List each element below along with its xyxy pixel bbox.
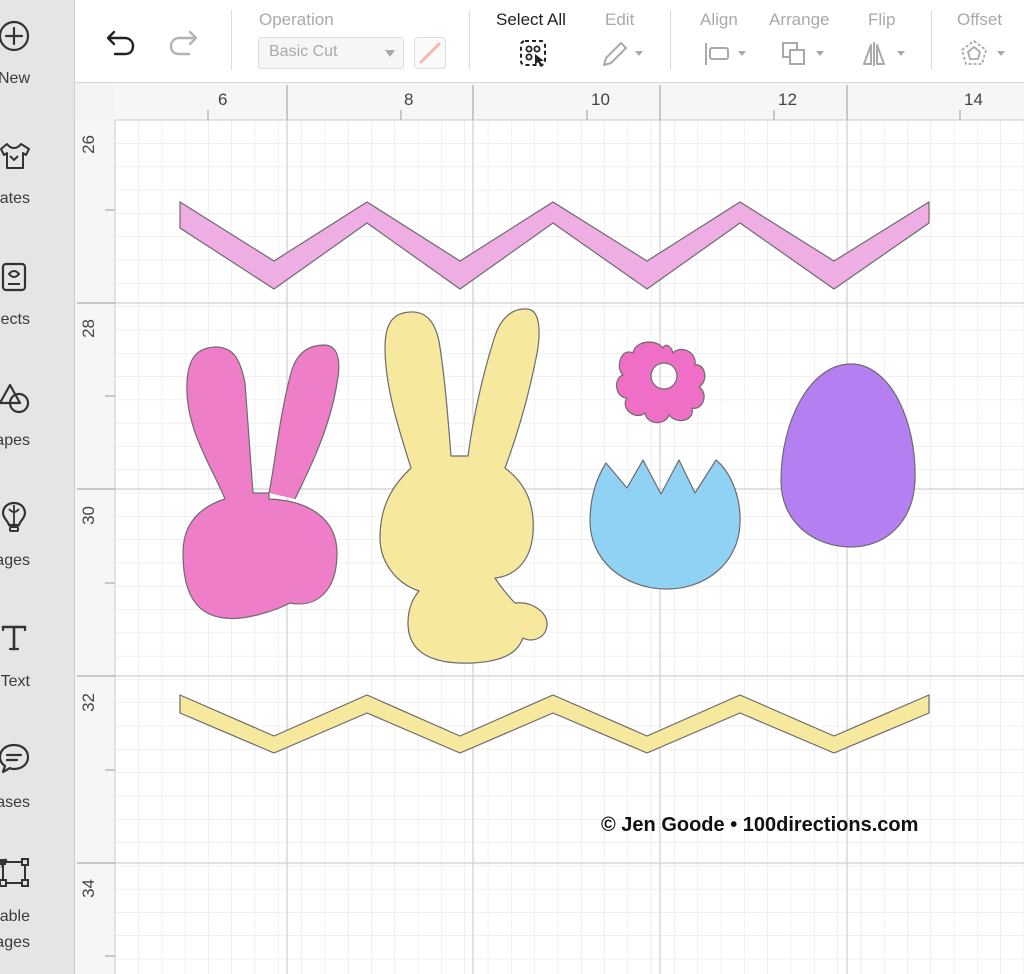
ruler-x-label: 6: [218, 90, 227, 109]
arrange-icon[interactable]: [780, 38, 826, 70]
operation-select[interactable]: Basic Cut: [258, 37, 404, 69]
sidebar-item-text[interactable]: Text: [0, 613, 74, 723]
sidebar-item-new[interactable]: New: [0, 12, 74, 122]
offset-icon[interactable]: [959, 38, 1009, 70]
shapes-icon: [0, 383, 30, 414]
horizontal-ruler: 6 8 10 12 14: [115, 83, 1024, 121]
offset-label: Offset: [957, 10, 1003, 29]
flip-icon[interactable]: [861, 38, 907, 70]
align-icon[interactable]: [702, 38, 748, 70]
align-label: Align: [700, 10, 738, 29]
ruler-y-label: 34: [79, 879, 98, 898]
sidebar-label-phrases: Phrases: [0, 794, 30, 811]
toolbar-divider: [469, 10, 470, 70]
undo-icon[interactable]: [103, 26, 137, 60]
color-swatch[interactable]: [414, 37, 446, 69]
lightbulb-icon: [1, 501, 27, 532]
ruler-x-label: 12: [778, 90, 797, 109]
toolbar-divider: [231, 10, 232, 70]
text-icon: [1, 625, 27, 651]
pencil-icon[interactable]: [599, 38, 645, 70]
operation-label: Operation: [259, 10, 334, 29]
sidebar-item-projects[interactable]: Projects: [0, 252, 74, 362]
sidebar-label-images: Images: [0, 552, 30, 569]
ruler-x-label: 10: [591, 90, 610, 109]
sidebar-item-shapes[interactable]: Shapes: [0, 373, 74, 483]
toolbar-divider: [931, 10, 932, 70]
arrange-label: Arrange: [769, 10, 830, 29]
ruler-x-label: 8: [404, 90, 413, 109]
plus-circle-icon: [0, 20, 30, 52]
ruler-y-label: 30: [79, 506, 98, 525]
select-all-icon[interactable]: [518, 38, 550, 70]
watermark-text: © Jen Goode • 100directions.com: [601, 814, 918, 836]
sidebar-item-images[interactable]: Images: [0, 493, 74, 603]
sidebar-label-text: Text: [0, 673, 30, 690]
ruler-y-label: 26: [79, 135, 98, 154]
ruler-x-label: 14: [964, 90, 983, 109]
ruler-y-label: 32: [79, 693, 98, 712]
sidebar-label-editable: Editable: [0, 908, 30, 925]
sidebar-label-editable-images: Images: [0, 934, 30, 951]
ruler-corner: [75, 83, 115, 120]
sidebar-item-phrases[interactable]: Phrases: [0, 734, 74, 844]
projects-icon: [1, 262, 27, 292]
speech-bubble-icon: [0, 743, 30, 774]
no-color-slash-icon: [419, 42, 441, 64]
sidebar-label-shapes: Shapes: [0, 432, 30, 449]
redo-icon[interactable]: [167, 26, 201, 60]
vector-edit-icon: [0, 858, 29, 887]
vertical-ruler: 26 28 30 32 34: [75, 120, 116, 974]
design-canvas[interactable]: 6 8 10 12 14 26 28 30 32 34 © Jen Goode …: [75, 83, 1024, 974]
sidebar-label-templates: Templates: [0, 190, 30, 207]
top-toolbar: Operation Basic Cut Select All Edit Alig…: [75, 0, 1024, 83]
flip-label: Flip: [868, 10, 896, 29]
sidebar-item-editable-images[interactable]: Editable Images: [0, 848, 74, 974]
chevron-down-icon: [385, 50, 395, 57]
sidebar-label-new: New: [0, 70, 30, 87]
left-sidebar: New Templates Projects Shapes Images: [0, 0, 75, 974]
sidebar-item-templates[interactable]: Templates: [0, 132, 74, 242]
edit-label: Edit: [605, 10, 635, 29]
toolbar-divider: [670, 10, 671, 70]
operation-value: Basic Cut: [269, 43, 338, 60]
tshirt-icon: [0, 143, 30, 169]
sidebar-label-projects: Projects: [0, 311, 30, 328]
select-all-label[interactable]: Select All: [496, 10, 566, 30]
ruler-y-label: 28: [79, 319, 98, 338]
